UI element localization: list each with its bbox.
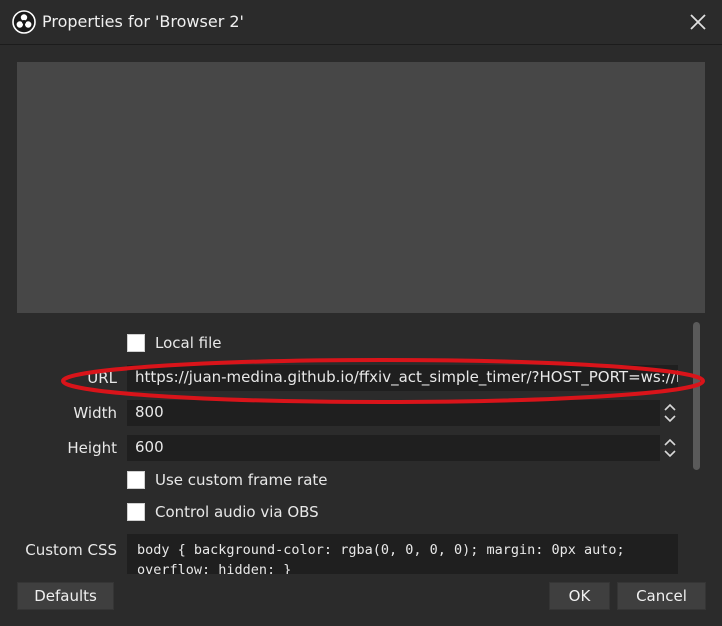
custom-css-textarea[interactable]: body { background-color: rgba(0, 0, 0, 0… (127, 534, 678, 574)
local-file-checkbox[interactable]: Local file (127, 334, 222, 352)
defaults-button[interactable]: Defaults (17, 582, 114, 610)
properties-scrollbar[interactable] (690, 320, 702, 575)
cancel-button[interactable]: Cancel (617, 582, 706, 610)
title-bar: Properties for 'Browser 2' (0, 0, 722, 45)
obs-logo-icon (12, 10, 36, 34)
custom-frame-rate-check-box[interactable] (127, 471, 145, 489)
url-label: URL (87, 369, 117, 387)
height-spin-icon[interactable] (662, 435, 678, 461)
width-label: Width (73, 404, 117, 422)
close-icon[interactable] (688, 12, 708, 32)
custom-frame-rate-label: Use custom frame rate (155, 471, 328, 489)
control-audio-label: Control audio via OBS (155, 503, 319, 521)
window-title: Properties for 'Browser 2' (42, 12, 244, 31)
browser-preview (17, 62, 705, 313)
ok-button[interactable]: OK (549, 582, 610, 610)
height-input[interactable]: 600 (127, 435, 660, 461)
width-input[interactable]: 800 (127, 400, 660, 426)
local-file-check-box[interactable] (127, 334, 145, 352)
custom-frame-rate-checkbox[interactable]: Use custom frame rate (127, 471, 328, 489)
control-audio-check-box[interactable] (127, 503, 145, 521)
height-label: Height (67, 439, 117, 457)
control-audio-checkbox[interactable]: Control audio via OBS (127, 503, 319, 521)
scrollbar-thumb[interactable] (693, 322, 700, 470)
local-file-label: Local file (155, 334, 222, 352)
custom-css-label: Custom CSS (25, 541, 117, 559)
url-input[interactable]: https://juan-medina.github.io/ffxiv_act_… (127, 365, 678, 391)
width-spin-icon[interactable] (662, 400, 678, 426)
